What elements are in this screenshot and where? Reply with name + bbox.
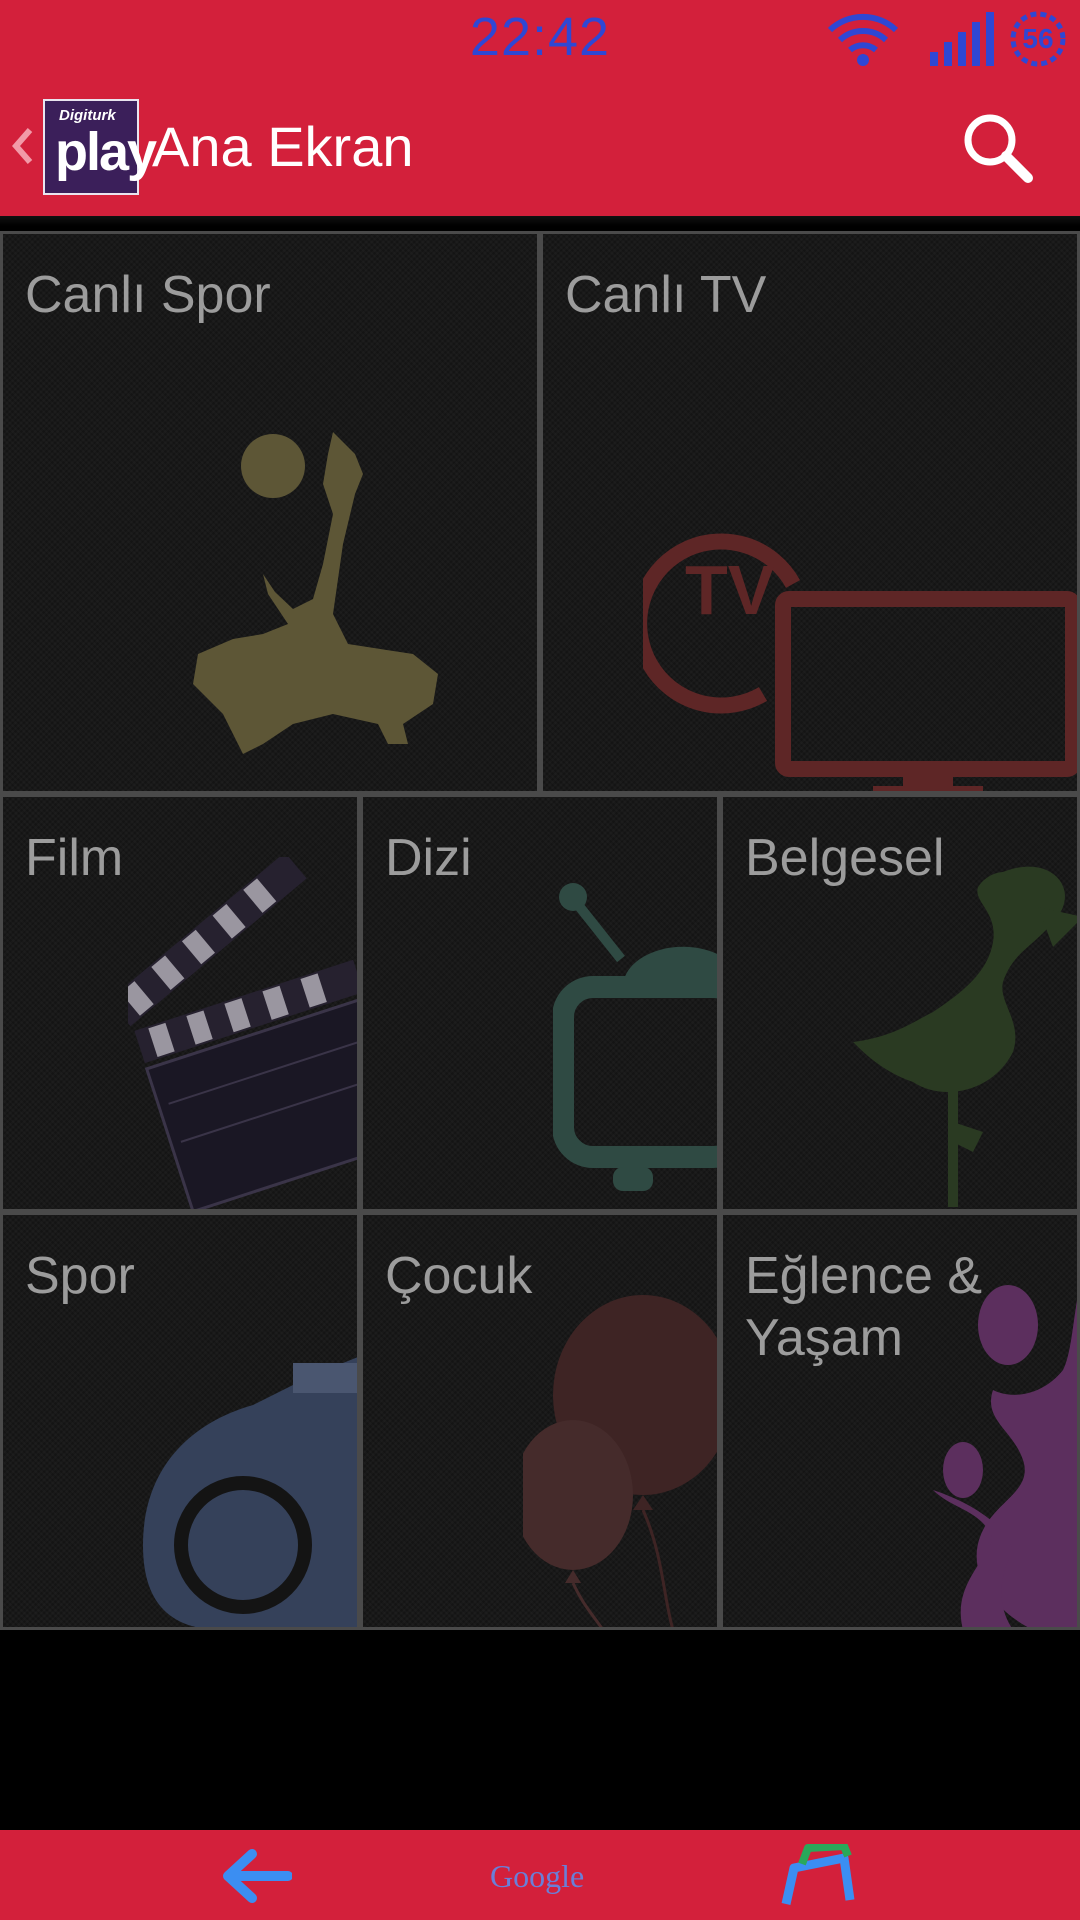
tile-dizi[interactable]: Dizi [360, 794, 720, 1212]
tile-film[interactable]: Film [0, 794, 360, 1212]
battery-level: 56 [1022, 23, 1054, 54]
status-clock: 22:42 [469, 7, 611, 67]
app-logo[interactable]: Digiturk play [43, 99, 157, 195]
tile-label: Film [25, 829, 124, 887]
tile-belgesel[interactable]: Belgesel [720, 794, 1080, 1212]
tile-canli-tv[interactable]: Canlı TV TV [540, 231, 1080, 794]
tile-label: Spor [25, 1247, 135, 1305]
recents-icon[interactable] [778, 1844, 856, 1908]
back-arrow-icon[interactable] [220, 1848, 292, 1904]
tile-label: Dizi [385, 829, 472, 887]
action-bar-shadow [0, 216, 1080, 226]
tile-label: Canlı Spor [25, 266, 271, 324]
action-bar: Digiturk play Ana Ekran [0, 78, 1080, 216]
chevron-left-icon[interactable] [10, 126, 36, 166]
tile-label: Canlı TV [565, 266, 767, 324]
home-screen: 22:42 56 Digiturk play Ana Ekran Canlı S… [0, 0, 1080, 1920]
retro-tv-icon [553, 883, 717, 1191]
status-bar: 22:42 56 [0, 0, 1080, 78]
wifi-icon [827, 13, 899, 66]
tile-cocuk[interactable]: Çocuk [360, 1212, 720, 1630]
tile-canli-spor[interactable]: Canlı Spor [0, 231, 540, 794]
whistle-icon [143, 1357, 357, 1627]
tile-label: Eğlence & Yaşam [745, 1247, 983, 1367]
footballer-kick-icon [193, 432, 438, 754]
page-title: Ana Ekran [152, 115, 414, 178]
live-tv-icon: TV [643, 533, 1077, 791]
tile-eglence-yasam[interactable]: Eğlence & Yaşam [720, 1212, 1080, 1630]
logo-play-text: play [55, 122, 157, 182]
clapperboard-icon [128, 857, 357, 1209]
signal-icon [930, 12, 994, 66]
google-search-button[interactable]: Google [490, 1858, 584, 1895]
navigation-bar: Google [0, 1830, 1080, 1920]
tile-spor[interactable]: Spor [0, 1212, 360, 1630]
balloons-icon [523, 1295, 717, 1627]
search-icon[interactable] [958, 108, 1038, 188]
tile-label: Çocuk [385, 1247, 533, 1305]
tile-label: Belgesel [745, 829, 945, 887]
google-label: Google [490, 1858, 585, 1894]
flamingo-icon [853, 866, 1077, 1207]
svg-text:TV: TV [685, 551, 775, 629]
